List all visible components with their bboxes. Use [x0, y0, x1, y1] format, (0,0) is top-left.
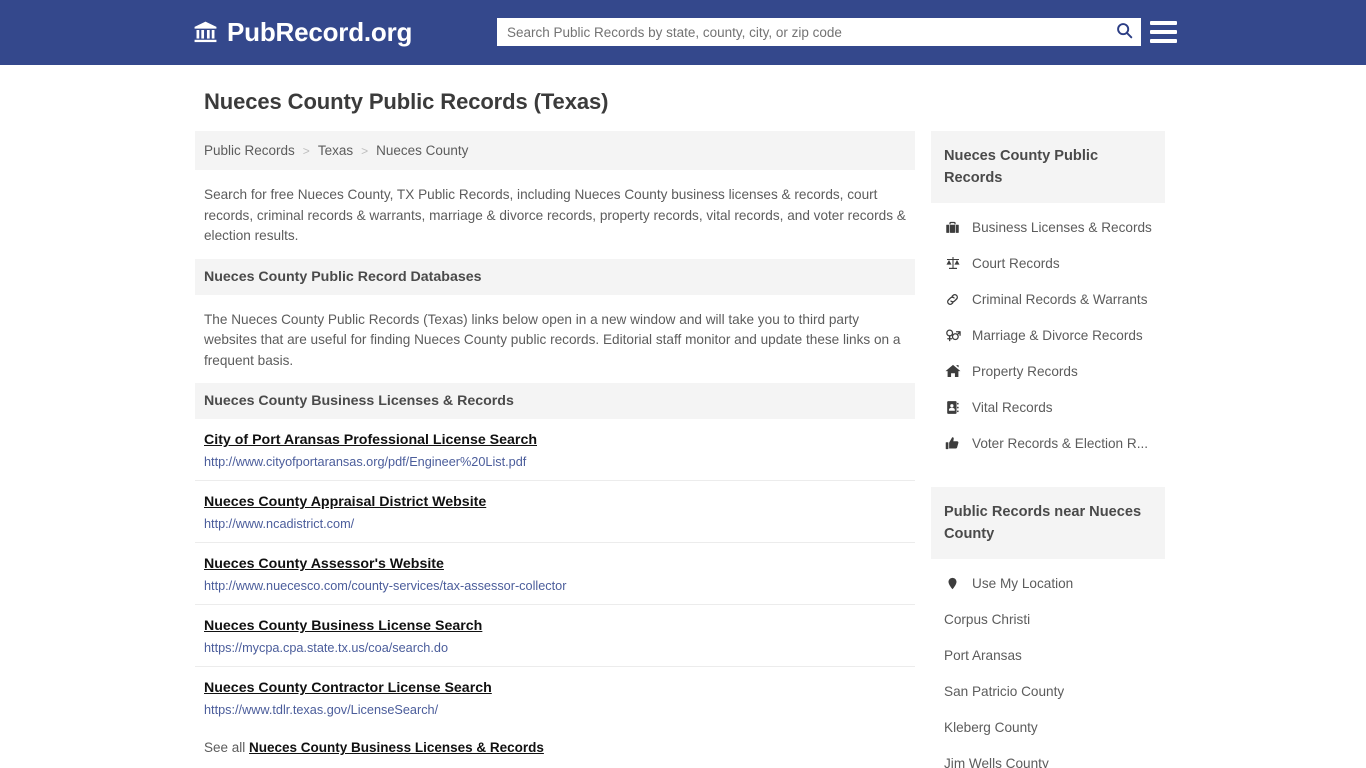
site-header: PubRecord.org	[0, 0, 1366, 65]
thumbs-up-icon	[944, 436, 961, 451]
sidebar-item-property-records[interactable]: Property Records	[931, 353, 1165, 389]
map-pin-icon	[944, 576, 961, 591]
briefcase-icon	[944, 220, 961, 235]
sidebar-item-business-licenses[interactable]: Business Licenses & Records	[931, 209, 1165, 245]
record-link-url[interactable]: http://www.ncadistrict.com/	[204, 517, 906, 531]
business-section-heading: Nueces County Business Licenses & Record…	[195, 383, 915, 419]
sidebar-item-label: Jim Wells County	[944, 755, 1049, 768]
see-all-row: See all Nueces County Business Licenses …	[195, 728, 915, 765]
record-link-title[interactable]: Nueces County Assessor's Website	[204, 556, 444, 572]
address-book-icon	[944, 400, 961, 415]
breadcrumb-separator: >	[361, 143, 369, 158]
sidebar-item-use-my-location[interactable]: Use My Location	[931, 565, 1165, 601]
venus-mars-icon	[944, 327, 961, 343]
sidebar-item-corpus-christi[interactable]: Corpus Christi	[931, 601, 1165, 637]
chain-link-icon	[944, 292, 961, 307]
hamburger-menu-icon[interactable]	[1150, 19, 1177, 45]
see-all-link[interactable]: Nueces County Business Licenses & Record…	[249, 740, 544, 755]
breadcrumb-item-1[interactable]: Texas	[318, 143, 353, 158]
sidebar-item-label: Vital Records	[972, 399, 1053, 415]
sidebar-item-label: Port Aransas	[944, 647, 1022, 663]
sidebar-item-label: Voter Records & Election R...	[972, 435, 1149, 451]
sidebar-item-criminal-records[interactable]: Criminal Records & Warrants	[931, 281, 1165, 317]
sidebar-item-label: Use My Location	[972, 575, 1074, 591]
sidebar-item-vital-records[interactable]: Vital Records	[931, 389, 1165, 425]
sidebar-item-label: Court Records	[972, 255, 1060, 271]
link-row: Nueces County Contractor License Search …	[195, 667, 915, 728]
breadcrumb-item-0[interactable]: Public Records	[204, 143, 295, 158]
sidebar-item-kleberg-county[interactable]: Kleberg County	[931, 709, 1165, 745]
sidebar-item-voter-records[interactable]: Voter Records & Election R...	[931, 425, 1165, 461]
search-input[interactable]	[497, 18, 1107, 46]
link-row: Nueces County Business License Search ht…	[195, 605, 915, 667]
sidebar-item-label: Corpus Christi	[944, 611, 1031, 627]
page-container: Nueces County Public Records (Texas) Pub…	[0, 89, 1366, 768]
record-link-title[interactable]: Nueces County Appraisal District Website	[204, 494, 486, 510]
record-link-url[interactable]: http://www.cityofportaransas.org/pdf/Eng…	[204, 455, 906, 469]
record-link-url[interactable]: https://mycpa.cpa.state.tx.us/coa/search…	[204, 641, 906, 655]
intro-paragraph: Search for free Nueces County, TX Public…	[204, 187, 906, 243]
sidebar-item-label: Marriage & Divorce Records	[972, 327, 1143, 343]
sidebar-records-list: Business Licenses & Records Court Record…	[931, 203, 1165, 461]
sidebar-item-san-patricio-county[interactable]: San Patricio County	[931, 673, 1165, 709]
breadcrumb-item-2: Nueces County	[376, 143, 469, 158]
page-title: Nueces County Public Records (Texas)	[204, 89, 609, 114]
sidebar: Nueces County Public Records Business Li…	[931, 131, 1165, 768]
content-columns: Public Records > Texas > Nueces County S…	[195, 131, 1171, 768]
record-link-title[interactable]: Nueces County Business License Search	[204, 618, 482, 634]
link-row: Nueces County Appraisal District Website…	[195, 481, 915, 543]
search-button[interactable]	[1107, 18, 1141, 46]
sidebar-item-court-records[interactable]: Court Records	[931, 245, 1165, 281]
bank-icon	[193, 20, 218, 45]
link-row: City of Port Aransas Professional Licens…	[195, 419, 915, 481]
sidebar-item-label: Kleberg County	[944, 719, 1038, 735]
record-link-url[interactable]: https://www.tdlr.texas.gov/LicenseSearch…	[204, 703, 906, 717]
record-link-title[interactable]: City of Port Aransas Professional Licens…	[204, 432, 537, 448]
search-icon	[1115, 21, 1134, 43]
record-link-url[interactable]: http://www.nuecesco.com/county-services/…	[204, 579, 906, 593]
sidebar-item-label: Business Licenses & Records	[972, 219, 1152, 235]
sidebar-item-marriage-divorce[interactable]: Marriage & Divorce Records	[931, 317, 1165, 353]
brand-name: PubRecord.org	[227, 17, 413, 47]
databases-section-heading: Nueces County Public Record Databases	[195, 258, 915, 295]
sidebar-item-port-aransas[interactable]: Port Aransas	[931, 637, 1165, 673]
sidebar-item-label: Property Records	[972, 363, 1078, 379]
databases-paragraph: The Nueces County Public Records (Texas)…	[204, 311, 901, 368]
breadcrumb: Public Records > Texas > Nueces County	[195, 131, 915, 170]
brand-logo-link[interactable]: PubRecord.org	[193, 17, 412, 48]
record-link-title[interactable]: Nueces County Contractor License Search	[204, 680, 492, 696]
see-all-prefix: See all	[204, 740, 250, 755]
sidebar-records-heading: Nueces County Public Records	[931, 131, 1165, 203]
breadcrumb-separator: >	[302, 143, 310, 158]
sidebar-item-label: Criminal Records & Warrants	[972, 291, 1148, 307]
sidebar-item-jim-wells-county[interactable]: Jim Wells County	[931, 745, 1165, 768]
main-column: Public Records > Texas > Nueces County S…	[195, 131, 915, 765]
sidebar-near-list: Use My Location Corpus Christi Port Aran…	[931, 559, 1165, 768]
link-row: Nueces County Assessor's Website http://…	[195, 543, 915, 605]
sidebar-near-heading: Public Records near Nueces County	[931, 487, 1165, 559]
search-bar	[497, 18, 1141, 46]
home-icon	[944, 363, 961, 379]
balance-scale-icon	[944, 255, 961, 271]
sidebar-item-label: San Patricio County	[944, 683, 1065, 699]
